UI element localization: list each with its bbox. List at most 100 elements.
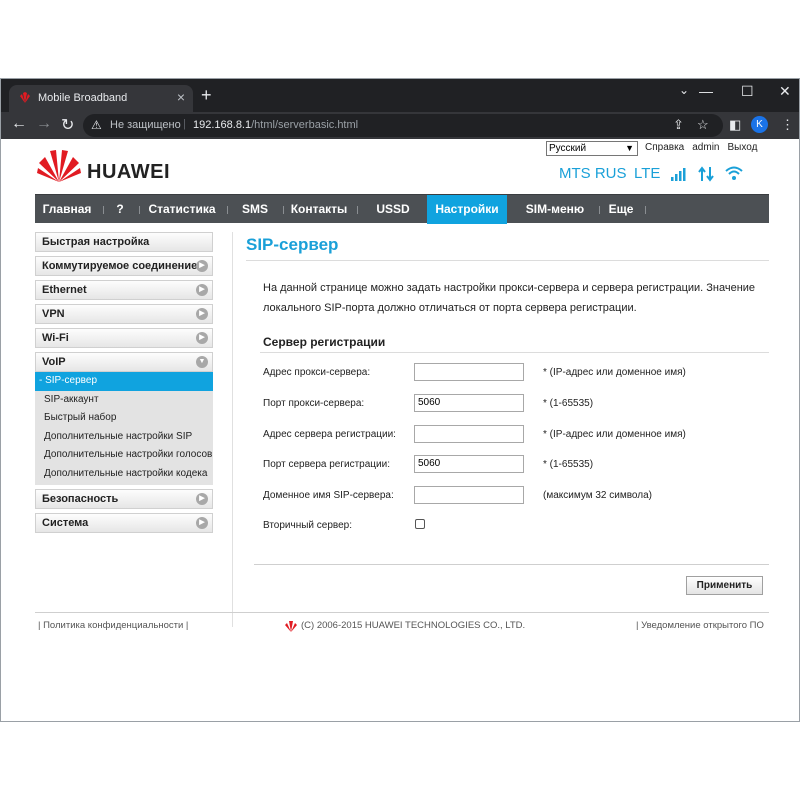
registrar-address-input[interactable]: [414, 425, 524, 443]
chevron-right-icon: ▶: [196, 284, 208, 296]
reload-icon[interactable]: ↻: [61, 115, 74, 135]
chevron-right-icon: ▶: [196, 308, 208, 320]
nav-divider: [283, 206, 284, 214]
title-divider: [246, 260, 769, 261]
maximize-icon[interactable]: ☐: [741, 83, 754, 100]
browser-window: Mobile Broadband × + ⌄ — ☐ ✕ ← → ↻ ⚠ Не …: [0, 78, 800, 722]
proxy-port-input[interactable]: 5060: [414, 394, 524, 412]
minimize-icon[interactable]: —: [699, 83, 713, 99]
sidebar-item-quick-setup[interactable]: Быстрая настройка: [35, 232, 213, 252]
sidebar-subitem-codec-advanced[interactable]: Дополнительные настройки кодека: [35, 465, 213, 484]
user-link[interactable]: admin: [692, 142, 719, 153]
copyright-text: (C) 2006-2015 HUAWEI TECHNOLOGIES CO., L…: [301, 620, 526, 631]
nav-divider: [227, 206, 228, 214]
browser-tab[interactable]: Mobile Broadband ×: [9, 85, 193, 112]
form-bottom-divider: [254, 564, 769, 565]
data-transfer-icon: [698, 166, 714, 182]
field-label: Вторичный сервер:: [263, 520, 353, 531]
nav-statistics[interactable]: Статистика: [143, 195, 221, 224]
warning-icon[interactable]: ⚠: [91, 118, 102, 132]
profile-avatar[interactable]: K: [751, 116, 768, 133]
wifi-icon: [725, 166, 743, 180]
secondary-server-checkbox[interactable]: [415, 519, 425, 529]
form-row-registrar-port: Порт сервера регистрации: 5060 * (1-6553…: [263, 455, 763, 475]
form-row-proxy-address: Адрес прокси-сервера: * (IP-адрес или до…: [263, 363, 763, 383]
help-link[interactable]: Справка: [645, 142, 684, 153]
registrar-port-input[interactable]: 5060: [414, 455, 524, 473]
network-type: LTE: [634, 165, 661, 182]
tab-strip: Mobile Broadband × + ⌄ — ☐ ✕: [1, 79, 799, 112]
field-hint: * (1-65535): [543, 398, 594, 409]
footer-divider: [35, 612, 769, 613]
field-hint: (максимум 32 символа): [543, 490, 652, 501]
form-row-secondary-server: Вторичный сервер:: [263, 516, 763, 536]
tab-close-icon[interactable]: ×: [177, 89, 185, 105]
router-page: HUAWEI Русский ▼ Справка admin Выход MTS RU…: [1, 139, 799, 721]
nav-divider: [599, 206, 600, 214]
menu-dots-icon[interactable]: ⋮: [781, 117, 794, 133]
sidebar-subitem-sip-account[interactable]: SIP-аккаунт: [35, 391, 213, 410]
sidebar-item-security[interactable]: Безопасность ▶: [35, 489, 213, 509]
close-window-icon[interactable]: ✕: [779, 83, 791, 100]
sip-domain-input[interactable]: [414, 486, 524, 504]
nav-sim-menu[interactable]: SIM-меню: [513, 195, 597, 224]
form-row-registrar-address: Адрес сервера регистрации: * (IP-адрес и…: [263, 425, 763, 445]
nav-divider: [357, 206, 358, 214]
share-icon[interactable]: ⇪: [673, 117, 684, 133]
nav-help[interactable]: ?: [107, 195, 133, 224]
sidebar-item-voip[interactable]: VoIP ▼: [35, 352, 213, 372]
nav-more[interactable]: Еще: [603, 195, 639, 224]
sidebar-subitem-sip-advanced[interactable]: Дополнительные настройки SIP: [35, 428, 213, 447]
sidebar-subitem-speed-dial[interactable]: Быстрый набор: [35, 409, 213, 428]
sidebar-subitem-sip-server[interactable]: - SIP-сервер: [35, 372, 213, 391]
sidebar-divider: [232, 232, 233, 627]
field-label: Адрес прокси-сервера:: [263, 367, 371, 378]
sidebar-subitem-voice-advanced[interactable]: Дополнительные настройки голосовых: [35, 446, 213, 465]
chevron-right-icon: ▶: [196, 260, 208, 272]
address-separator: |: [183, 118, 186, 130]
side-panel-icon[interactable]: ◧: [729, 117, 741, 133]
signal-strength-icon: [671, 168, 686, 181]
nav-settings[interactable]: Настройки: [427, 195, 507, 224]
language-select[interactable]: Русский ▼: [546, 141, 638, 156]
bookmark-star-icon[interactable]: ☆: [697, 117, 709, 133]
nav-home[interactable]: Главная: [35, 195, 99, 224]
chevron-right-icon: ▶: [196, 332, 208, 344]
chevron-down-icon: ▼: [196, 356, 208, 368]
url-text[interactable]: 192.168.8.1/html/serverbasic.html: [193, 119, 358, 131]
field-label: Доменное имя SIP-сервера:: [263, 490, 394, 501]
sidebar-item-dialup[interactable]: Коммутируемое соединение ▶: [35, 256, 213, 276]
nav-divider: [645, 206, 646, 214]
nav-divider: [139, 206, 140, 214]
logout-link[interactable]: Выход: [727, 142, 757, 153]
nav-contacts[interactable]: Контакты: [287, 195, 351, 224]
new-tab-icon[interactable]: +: [201, 85, 212, 106]
privacy-link[interactable]: | Политика конфиденциальности |: [38, 620, 188, 631]
huawei-logo: HUAWEI: [37, 149, 170, 188]
top-links: Справка admin Выход: [645, 142, 765, 153]
chevron-right-icon: ▶: [196, 517, 208, 529]
proxy-address-input[interactable]: [414, 363, 524, 381]
field-hint: * (1-65535): [543, 459, 594, 470]
field-label: Адрес сервера регистрации:: [263, 429, 396, 440]
sidebar-item-wifi[interactable]: Wi-Fi ▶: [35, 328, 213, 348]
main-navigation: Главная ? Статистика SMS Контакты USSD Н…: [35, 194, 769, 224]
huawei-logo-icon: [37, 150, 81, 182]
sidebar-item-system[interactable]: Система ▶: [35, 513, 213, 533]
nav-sms[interactable]: SMS: [231, 195, 279, 224]
sidebar-item-ethernet[interactable]: Ethernet ▶: [35, 280, 213, 300]
apply-button[interactable]: Применить: [686, 576, 763, 595]
open-source-notice-link[interactable]: | Уведомление открытого ПО: [636, 620, 764, 631]
address-bar[interactable]: ⚠ Не защищено | 192.168.8.1/html/serverb…: [83, 114, 723, 137]
tab-search-icon[interactable]: ⌄: [679, 83, 689, 97]
back-icon[interactable]: ←: [11, 115, 27, 133]
section-divider: [260, 352, 769, 353]
insecure-label: Не защищено: [110, 119, 181, 131]
forward-icon[interactable]: →: [36, 115, 52, 133]
nav-divider: [103, 206, 104, 214]
main-content: SIP-сервер На данной странице можно зада…: [246, 235, 769, 595]
browser-toolbar: ← → ↻ ⚠ Не защищено | 192.168.8.1/html/s…: [1, 112, 799, 139]
form-row-proxy-port: Порт прокси-сервера: 5060 * (1-65535): [263, 394, 763, 414]
nav-ussd[interactable]: USSD: [361, 195, 425, 224]
sidebar-item-vpn[interactable]: VPN ▶: [35, 304, 213, 324]
